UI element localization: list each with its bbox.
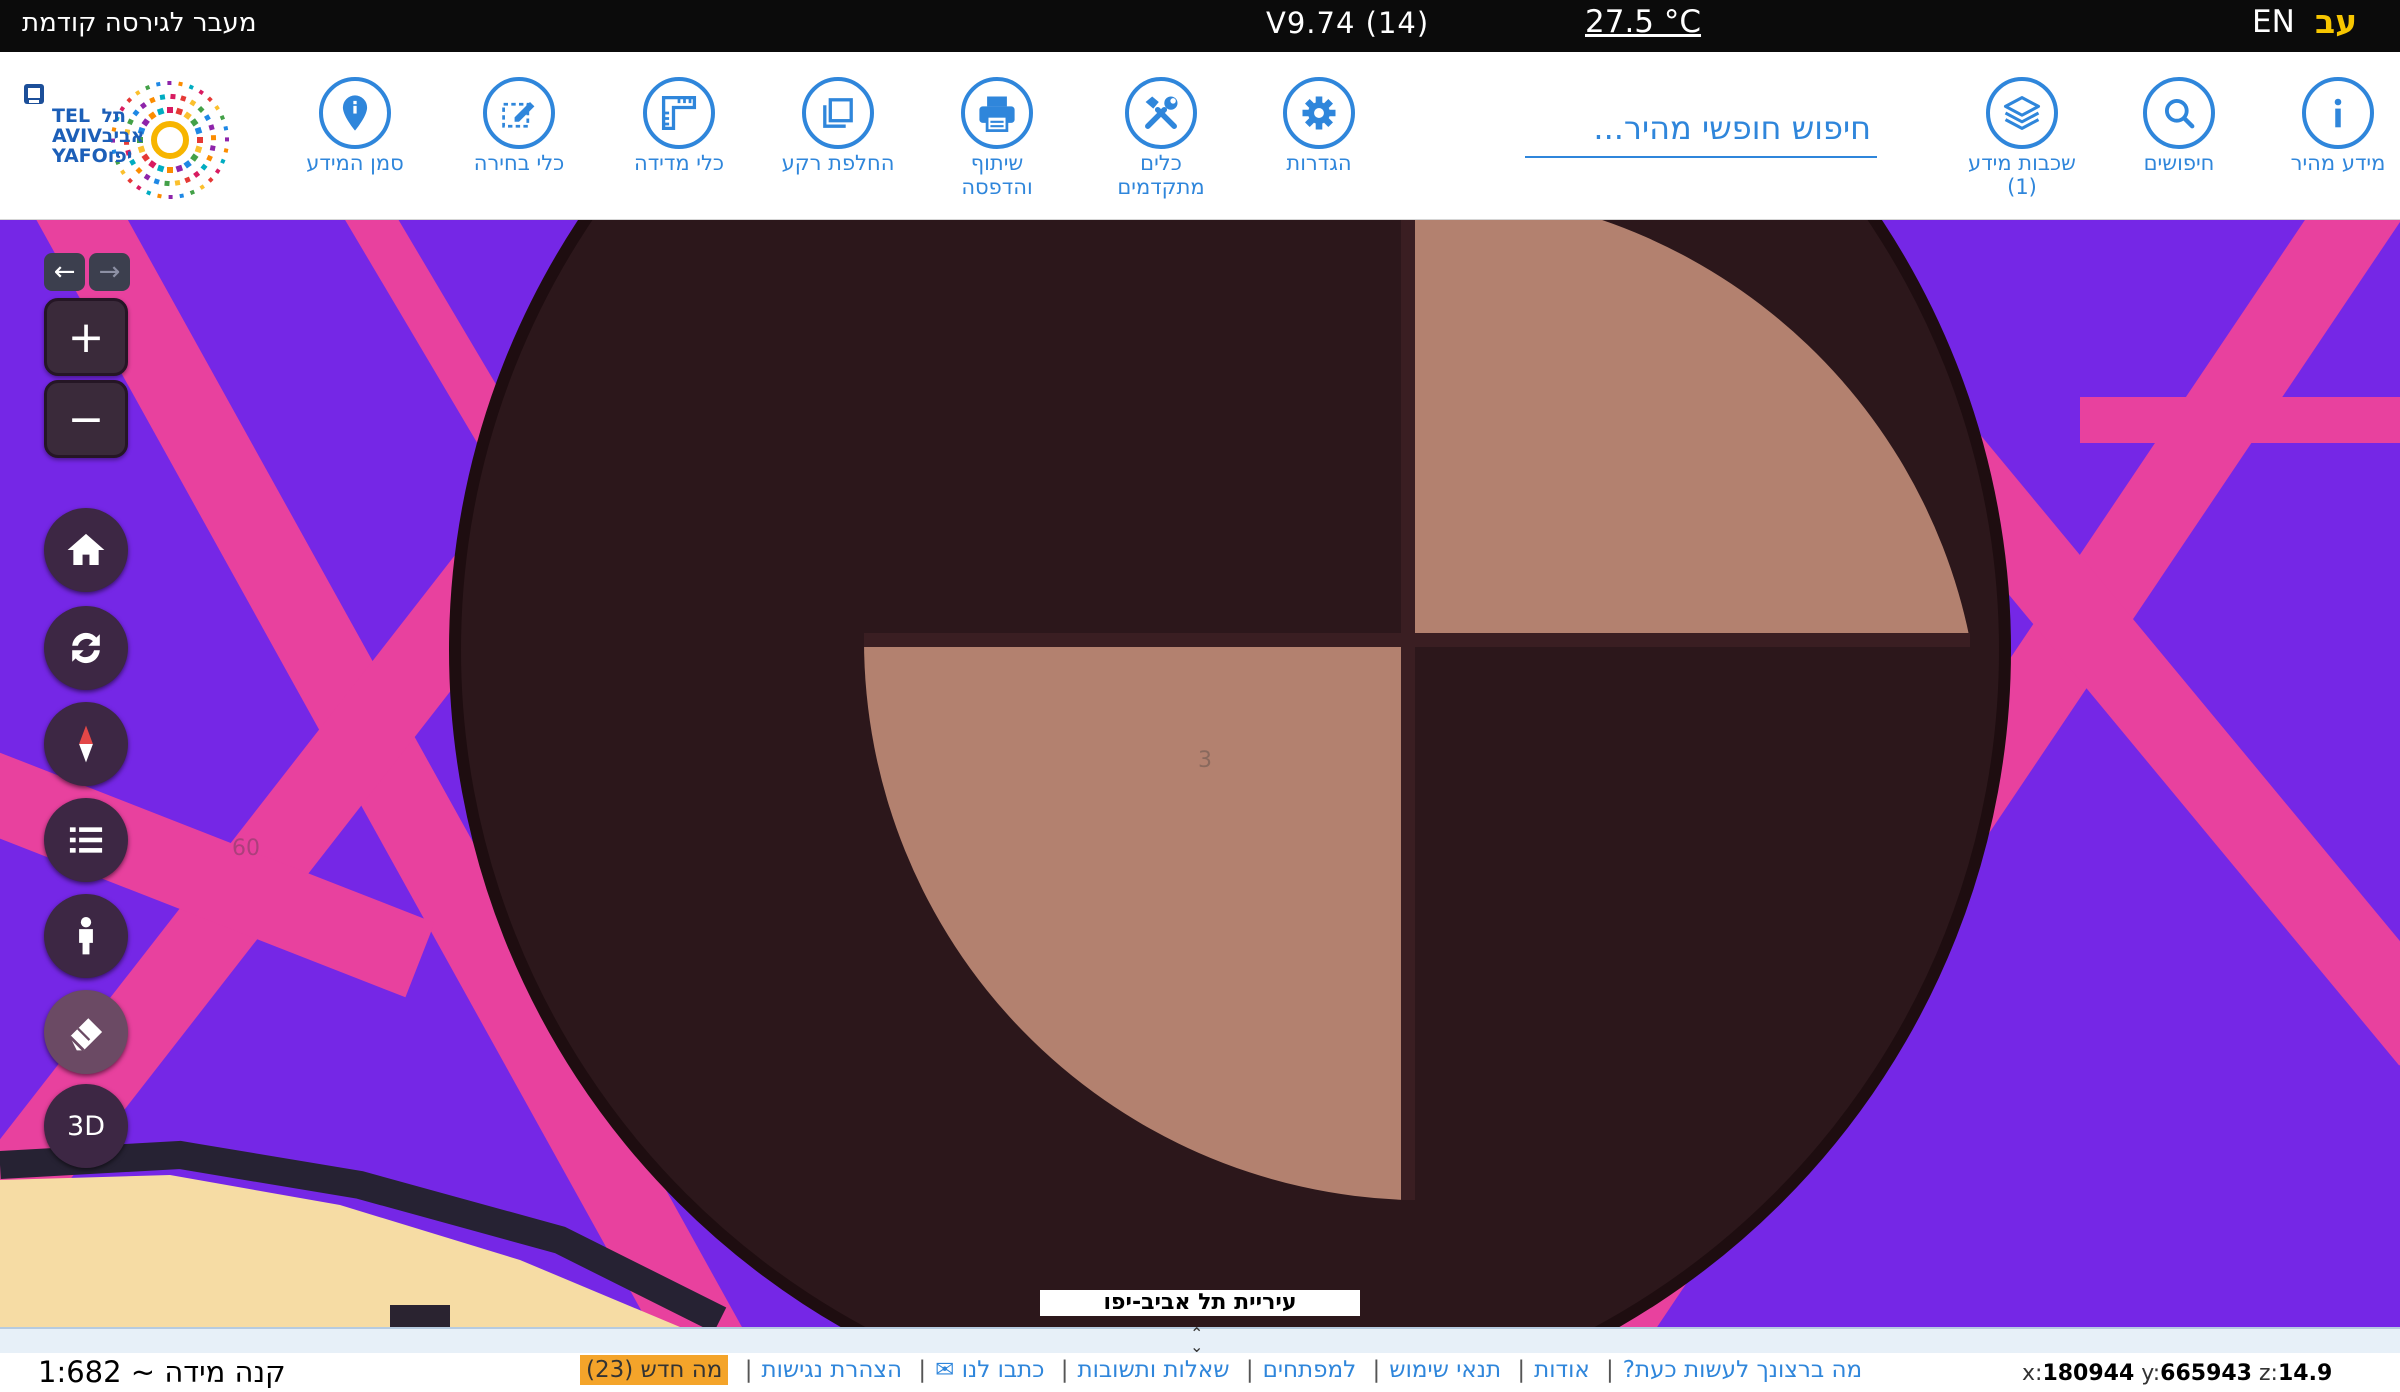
measure-tools-button[interactable]: כלי מדידה bbox=[604, 77, 754, 176]
eraser-button[interactable] bbox=[44, 990, 128, 1074]
x-value: 180944 bbox=[2042, 1361, 2135, 1386]
refresh-button[interactable] bbox=[44, 606, 128, 690]
map-label-number: 3 bbox=[1198, 748, 1212, 773]
logo-text-tel-he: תל bbox=[101, 105, 126, 127]
eraser-icon bbox=[68, 1018, 103, 1052]
selection-tools-button[interactable]: כלי בחירה bbox=[444, 77, 594, 176]
language-hebrew-button[interactable]: עב bbox=[2315, 2, 2357, 41]
version-label: V9.74 (14) bbox=[1266, 6, 1430, 40]
back-arrow-icon[interactable]: ← bbox=[44, 253, 85, 291]
logo-text-tel: TEL bbox=[52, 105, 91, 127]
3d-view-button[interactable]: 3D bbox=[44, 1084, 128, 1168]
logo-text-yafo: YAFO bbox=[52, 145, 108, 167]
info-marker-label: סמן המידע bbox=[306, 151, 404, 175]
share-print-label-line2: והדפסה bbox=[961, 175, 1033, 199]
quick-info-button[interactable]: מידע מהיר bbox=[2263, 77, 2400, 176]
scale-readout: קנה מידה ~ 1:682 bbox=[38, 1355, 286, 1389]
separator: | bbox=[744, 1357, 753, 1383]
tel-aviv-yafo-logo[interactable]: TEL תל AVIV אביב YAFO יפו bbox=[20, 74, 252, 202]
top-bar: מעבר לגירסה קודמת V9.74 (14) 27.5 °C EN … bbox=[0, 0, 2400, 52]
status-bar: קנה מידה ~ 1:682 מה ברצונך לעשות כעת? | א… bbox=[0, 1353, 2400, 1392]
info-icon bbox=[2302, 77, 2374, 149]
person-icon bbox=[79, 917, 93, 955]
whats-new-badge[interactable]: מה חדש (23) bbox=[580, 1355, 729, 1385]
developers-link[interactable]: למפתחים bbox=[1263, 1357, 1357, 1383]
info-layers-label: שכבות מידע bbox=[1968, 151, 2076, 175]
compass-icon bbox=[79, 725, 93, 763]
info-layers-count: (1) bbox=[2007, 175, 2037, 199]
terms-link[interactable]: תנאי שימוש bbox=[1389, 1357, 1501, 1383]
advanced-tools-label-line2: מתקדמים bbox=[1117, 175, 1205, 199]
previous-version-link[interactable]: מעבר לגירסה קודמת bbox=[22, 8, 256, 38]
z-value: 14.9 bbox=[2277, 1361, 2333, 1386]
y-value: 665943 bbox=[2160, 1361, 2252, 1386]
legend-button[interactable] bbox=[44, 798, 128, 882]
search-icon bbox=[2143, 77, 2215, 149]
info-marker-button[interactable]: סמן המידע bbox=[280, 77, 430, 176]
zoom-out-button[interactable]: − bbox=[44, 380, 128, 458]
searches-button[interactable]: חיפושים bbox=[2104, 77, 2254, 176]
map-canvas[interactable]: 3 60 bbox=[0, 220, 2400, 1327]
ruler-icon bbox=[643, 77, 715, 149]
language-english-button[interactable]: EN bbox=[2252, 4, 2295, 40]
temperature-link[interactable]: 27.5 °C bbox=[1585, 4, 1701, 40]
footer-links: מה ברצונך לעשות כעת? | אודות | תנאי שימוש |… bbox=[580, 1355, 1862, 1385]
street-view-button[interactable] bbox=[44, 894, 128, 978]
separator: | bbox=[1606, 1357, 1614, 1383]
printer-icon bbox=[961, 77, 1033, 149]
advanced-tools-label-line1: כלים bbox=[1140, 151, 1182, 175]
map-label-number-2: 60 bbox=[232, 836, 260, 861]
panel-splitter[interactable]: ⌃ ⌄ bbox=[0, 1326, 2400, 1355]
x-label: x: bbox=[2022, 1361, 2043, 1386]
selection-tools-label: כלי בחירה bbox=[473, 151, 565, 175]
share-print-button[interactable]: שיתוף והדפסה bbox=[922, 77, 1072, 200]
refresh-icon bbox=[72, 632, 100, 664]
home-icon bbox=[67, 533, 105, 565]
searches-label: חיפושים bbox=[2143, 151, 2215, 175]
map-pin-icon bbox=[319, 77, 391, 149]
separator: | bbox=[1060, 1357, 1069, 1383]
switch-basemap-button[interactable]: החלפת רקע bbox=[763, 77, 913, 176]
separator: | bbox=[1372, 1357, 1381, 1383]
coordinates-readout: x:180944 y:665943 z:14.9 bbox=[2022, 1361, 2332, 1386]
layers-icon bbox=[1986, 77, 2058, 149]
municipality-tag: עיריית תל אביב-יפו bbox=[1040, 1290, 1360, 1316]
accessibility-link[interactable]: הצהרת נגישות bbox=[761, 1357, 902, 1383]
info-layers-button[interactable]: שכבות מידע (1) bbox=[1947, 77, 2097, 200]
about-link[interactable]: אודות bbox=[1534, 1357, 1590, 1383]
quick-free-search-input[interactable] bbox=[1525, 100, 1877, 158]
logo-text-yafo-he: יפו bbox=[107, 145, 133, 167]
tools-wrench-icon bbox=[1125, 77, 1197, 149]
forward-arrow-icon[interactable]: → bbox=[89, 253, 130, 291]
settings-button[interactable]: הגדרות bbox=[1244, 77, 1394, 176]
select-edit-icon bbox=[483, 77, 555, 149]
z-label: z: bbox=[2259, 1361, 2278, 1386]
main-toolbar: TEL תל AVIV אביב YAFO יפו סמן המידע כלי בחי… bbox=[0, 52, 2400, 220]
what-to-do-link[interactable]: מה ברצונך לעשות כעת? bbox=[1623, 1357, 1862, 1383]
separator: | bbox=[918, 1357, 927, 1383]
separator: | bbox=[1517, 1357, 1526, 1383]
compass-button[interactable] bbox=[44, 702, 128, 786]
basemap-switch-icon bbox=[802, 77, 874, 149]
quick-info-label: מידע מהיר bbox=[2290, 151, 2386, 175]
home-button[interactable] bbox=[44, 508, 128, 592]
separator: | bbox=[1245, 1357, 1254, 1383]
map-tiles bbox=[0, 220, 2400, 1327]
logo-text-aviv: AVIV bbox=[52, 125, 102, 147]
logo-text-aviv-he: אביב bbox=[101, 125, 145, 147]
history-navigation: ← → bbox=[44, 253, 130, 293]
contact-link[interactable]: כתבו לנו ✉ bbox=[935, 1357, 1044, 1383]
share-print-label-line1: שיתוף bbox=[970, 151, 1024, 175]
3d-label: 3D bbox=[67, 1110, 105, 1142]
advanced-tools-button[interactable]: כלים מתקדמים bbox=[1086, 77, 1236, 200]
y-label: y: bbox=[2141, 1361, 2161, 1386]
gear-icon bbox=[1283, 77, 1355, 149]
switch-basemap-label: החלפת רקע bbox=[781, 151, 895, 175]
list-icon bbox=[69, 827, 103, 853]
settings-label: הגדרות bbox=[1286, 151, 1352, 175]
zoom-in-button[interactable]: + bbox=[44, 298, 128, 376]
faq-link[interactable]: שאלות ותשובות bbox=[1078, 1357, 1230, 1383]
measure-tools-label: כלי מדידה bbox=[633, 151, 725, 175]
resize-handle-icon[interactable]: ⌃ ⌄ bbox=[1190, 1326, 1203, 1355]
